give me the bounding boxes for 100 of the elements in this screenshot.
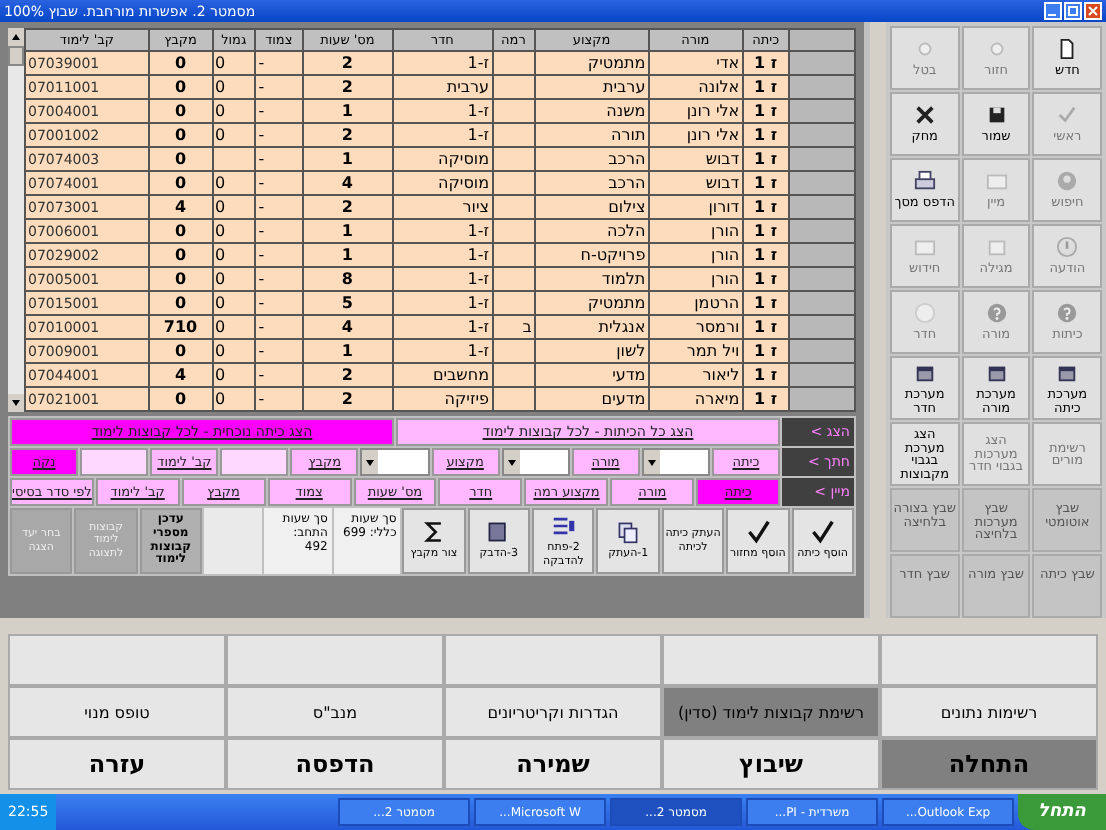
- table-cell: 1: [341, 222, 353, 240]
- scroll-thumb[interactable]: [8, 46, 24, 66]
- action-icon: [421, 520, 446, 545]
- table-cell: מתמטיק: [587, 294, 646, 312]
- dropdown-field[interactable]: [501, 448, 570, 476]
- table-cell: צילום: [608, 198, 646, 216]
- toolbar-icon: [1056, 170, 1079, 193]
- table-cell: -: [258, 198, 265, 216]
- dropdown-field[interactable]: [360, 448, 430, 476]
- table-cell: ז-1: [467, 102, 490, 120]
- table-cell: תלמוד: [601, 270, 646, 288]
- table-cell: 4: [341, 318, 353, 336]
- table-cell: ז 1: [754, 294, 778, 312]
- table-cell: 0: [215, 270, 226, 288]
- nav-tab[interactable]: שיבוץ: [662, 738, 880, 790]
- nav-tab[interactable]: רשימות נתונים: [880, 686, 1098, 738]
- table-cell: ז-1: [467, 294, 490, 312]
- table-cell: אדי: [716, 54, 740, 72]
- table-cell: הורן: [711, 270, 740, 288]
- toolbar-icon: [985, 302, 1008, 325]
- table-cell: 0: [215, 390, 226, 408]
- action-icon: [745, 520, 770, 545]
- table-cell: 2: [341, 78, 353, 96]
- table-cell: 2: [341, 198, 353, 216]
- toolbar-icon: [913, 170, 936, 193]
- table-cell: 4: [174, 366, 187, 384]
- table-cell: ז 1: [754, 342, 778, 360]
- maximize-icon[interactable]: [1064, 2, 1082, 20]
- table-cell: ז 1: [754, 174, 778, 192]
- table-cell: 5: [341, 294, 353, 312]
- table-cell: 0: [215, 174, 226, 192]
- table-cell: -: [258, 246, 265, 264]
- input-field[interactable]: [220, 448, 289, 476]
- table-cell: ז 1: [754, 78, 778, 96]
- table-cell: 0: [174, 246, 187, 264]
- table-cell: -: [258, 318, 265, 336]
- table-cell: 0: [174, 222, 187, 240]
- close-icon[interactable]: [1084, 2, 1102, 20]
- table-cell: לשון: [616, 342, 646, 360]
- toolbar-icon: [913, 302, 936, 325]
- nav-tab[interactable]: טופס מנוי: [8, 686, 226, 738]
- minimize-icon[interactable]: [1044, 2, 1062, 20]
- nav-tab[interactable]: התחלה: [880, 738, 1098, 790]
- toolbar-icon: [913, 38, 936, 61]
- table-cell: 0: [215, 366, 226, 384]
- table-cell: 2: [341, 366, 353, 384]
- table-cell: דורון: [708, 198, 740, 216]
- table-cell: משנה: [606, 102, 646, 120]
- table-cell: 0: [174, 294, 187, 312]
- table-cell: 0: [174, 174, 187, 192]
- nav-tab[interactable]: הגדרות וקריטריונים: [444, 686, 662, 738]
- table-cell: 4: [341, 174, 353, 192]
- table-cell: תורה: [611, 126, 646, 144]
- input-field[interactable]: [80, 448, 149, 476]
- table-cell: ז 1: [754, 126, 778, 144]
- toolbar-icon: [913, 362, 936, 384]
- table-cell: אנגלית: [598, 318, 646, 336]
- table-cell: 2: [341, 54, 353, 72]
- table-cell: -: [258, 366, 265, 384]
- table-cell: 1: [341, 246, 353, 264]
- toolbar-icon: [1056, 362, 1079, 384]
- table-cell: ז 1: [754, 366, 778, 384]
- nav-tab[interactable]: עזרה: [8, 738, 226, 790]
- table-cell: ז 1: [754, 150, 778, 168]
- table-cell: פיזיקה: [444, 390, 490, 408]
- table-cell: 0: [215, 246, 226, 264]
- table-cell: הרטמן: [694, 294, 740, 312]
- nav-tab[interactable]: שמירה: [444, 738, 662, 790]
- table-cell: 0: [174, 102, 187, 120]
- dropdown-field[interactable]: [641, 448, 710, 476]
- table-cell: -: [258, 342, 265, 360]
- table-cell: 0: [174, 390, 187, 408]
- table-cell: 0: [174, 342, 187, 360]
- table-cell: ויל תמר: [686, 342, 740, 360]
- scroll-down-icon[interactable]: [8, 394, 24, 412]
- table-cell: מחשבים: [432, 366, 490, 384]
- table-cell: 0: [215, 318, 226, 336]
- table-cell: 0: [215, 126, 226, 144]
- toolbar-icon: [985, 104, 1008, 127]
- nav-tab[interactable]: מנב"ס: [226, 686, 444, 738]
- table-cell: 8: [341, 270, 353, 288]
- scroll-up-icon[interactable]: [8, 28, 24, 46]
- table-cell: 0: [215, 222, 226, 240]
- table-cell: ז 1: [754, 54, 778, 72]
- action-icon: [810, 520, 835, 545]
- nav-tab[interactable]: הדפסה: [226, 738, 444, 790]
- table-cell: ערבית: [446, 78, 490, 96]
- table-cell: ז-1: [467, 222, 490, 240]
- table-cell: ז 1: [754, 270, 778, 288]
- table-cell: ז 1: [754, 390, 778, 408]
- table-cell: הרכב: [608, 174, 646, 192]
- nav-tab[interactable]: רשימת קבוצות לימוד (סדין): [662, 686, 880, 738]
- toolbar-icon: [985, 362, 1008, 384]
- table-cell: פרויקט-ח: [580, 246, 646, 264]
- table-cell: -: [258, 390, 265, 408]
- table-cell: 2: [341, 390, 353, 408]
- start-button[interactable]: התחל: [1018, 794, 1106, 830]
- table-cell: מיארה: [694, 390, 740, 408]
- table-cell: 1: [341, 102, 353, 120]
- scrollbar[interactable]: [8, 28, 24, 412]
